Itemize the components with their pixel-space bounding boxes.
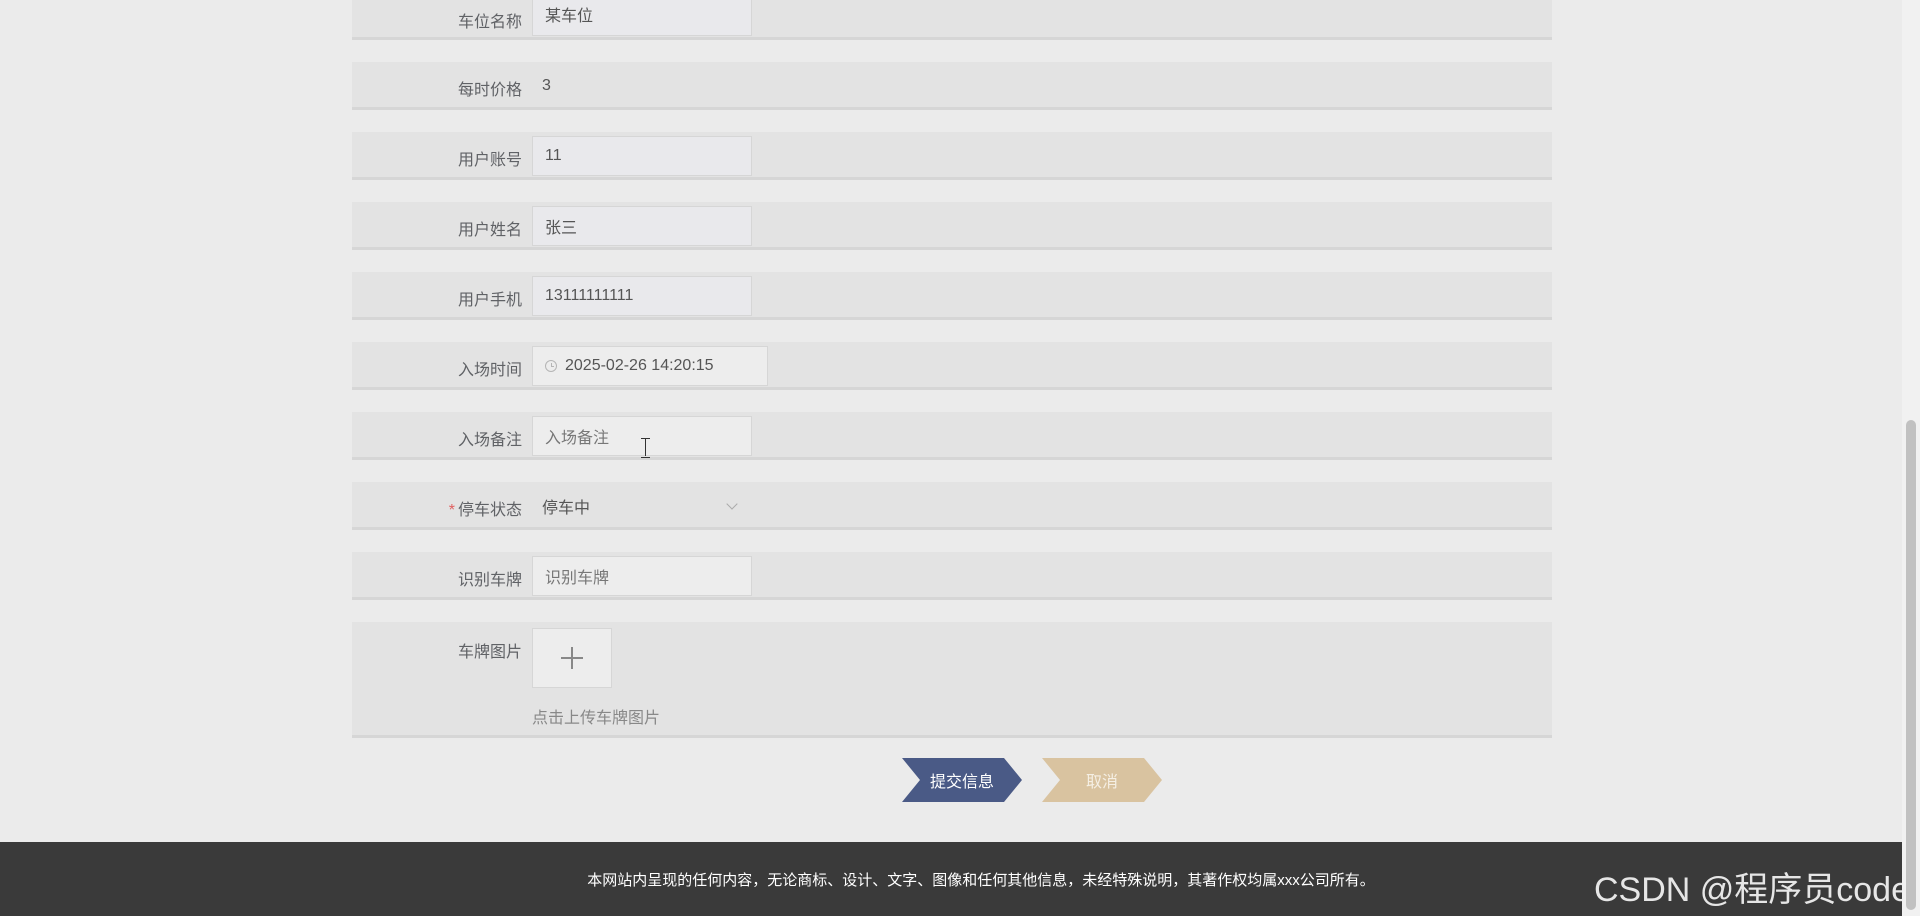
entry-time-label: 入场时间 — [457, 362, 522, 379]
parking-status-label: 停车状态 — [457, 502, 522, 519]
field-row-hourly-price: 每时价格 3 — [352, 62, 1552, 110]
plus-icon — [561, 647, 583, 669]
field-row-parking-status: * 停车状态 停车中 — [352, 482, 1552, 530]
submit-button[interactable]: 提交信息 — [902, 758, 1022, 802]
watermark: CSDN @程序员code — [1593, 871, 1910, 909]
hourly-price-value: 3 — [542, 77, 551, 94]
hourly-price-value-field: 3 — [532, 66, 752, 106]
entry-time-picker[interactable]: 2025-02-26 14:20:15 — [532, 346, 768, 386]
space-name-value: 某车位 — [545, 8, 594, 25]
field-row-entry-time: 入场时间 2025-02-26 14:20:15 — [352, 342, 1552, 390]
entry-note-label: 入场备注 — [457, 432, 522, 449]
space-name-label: 车位名称 — [457, 14, 522, 31]
parking-status-value: 停车中 — [542, 500, 591, 517]
user-phone-label: 用户手机 — [457, 292, 522, 309]
entry-note-placeholder: 入场备注 — [545, 430, 610, 447]
user-account-input[interactable]: 11 — [532, 136, 752, 176]
footer-copyright: 本网站内呈现的任何内容，无论商标、设计、文字、图像和任何其他信息，未经特殊说明，… — [587, 871, 1375, 889]
space-name-input[interactable]: 某车位 — [532, 0, 752, 36]
chevron-down-icon — [726, 498, 738, 510]
plate-number-placeholder: 识别车牌 — [545, 570, 610, 587]
plate-number-input[interactable]: 识别车牌 — [532, 556, 752, 596]
text-cursor-icon — [641, 438, 650, 458]
required-mark: * — [448, 502, 455, 519]
plate-image-upload[interactable] — [532, 628, 612, 688]
field-row-user-phone: 用户手机 13111111111 — [352, 272, 1552, 320]
parking-status-label-wrap: * 停车状态 — [352, 496, 522, 520]
user-phone-value: 13111111111 — [545, 287, 634, 304]
user-account-value: 11 — [545, 147, 562, 164]
plate-image-label: 车牌图片 — [457, 644, 522, 661]
field-row-space-name: 车位名称 某车位 — [352, 0, 1552, 40]
plate-number-label: 识别车牌 — [457, 572, 522, 589]
field-row-entry-note: 入场备注 入场备注 — [352, 412, 1552, 460]
field-row-user-name: 用户姓名 张三 — [352, 202, 1552, 250]
user-account-label: 用户账号 — [457, 152, 522, 169]
scrollbar-thumb[interactable] — [1906, 420, 1916, 910]
parking-status-select[interactable]: 停车中 — [532, 486, 752, 526]
clock-icon — [545, 360, 557, 372]
field-row-plate-number: 识别车牌 识别车牌 — [352, 552, 1552, 600]
user-phone-input[interactable]: 13111111111 — [532, 276, 752, 316]
entry-time-value: 2025-02-26 14:20:15 — [565, 357, 714, 374]
plate-image-hint: 点击上传车牌图片 — [532, 710, 661, 727]
user-name-value: 张三 — [545, 220, 578, 237]
field-row-plate-image: 车牌图片 点击上传车牌图片 — [352, 622, 1552, 738]
field-row-user-account: 用户账号 11 — [352, 132, 1552, 180]
user-name-input[interactable]: 张三 — [532, 206, 752, 246]
cancel-button[interactable]: 取消 — [1042, 758, 1162, 802]
scrollbar[interactable] — [1902, 0, 1920, 916]
user-name-label: 用户姓名 — [457, 222, 522, 239]
hourly-price-label: 每时价格 — [457, 82, 522, 99]
